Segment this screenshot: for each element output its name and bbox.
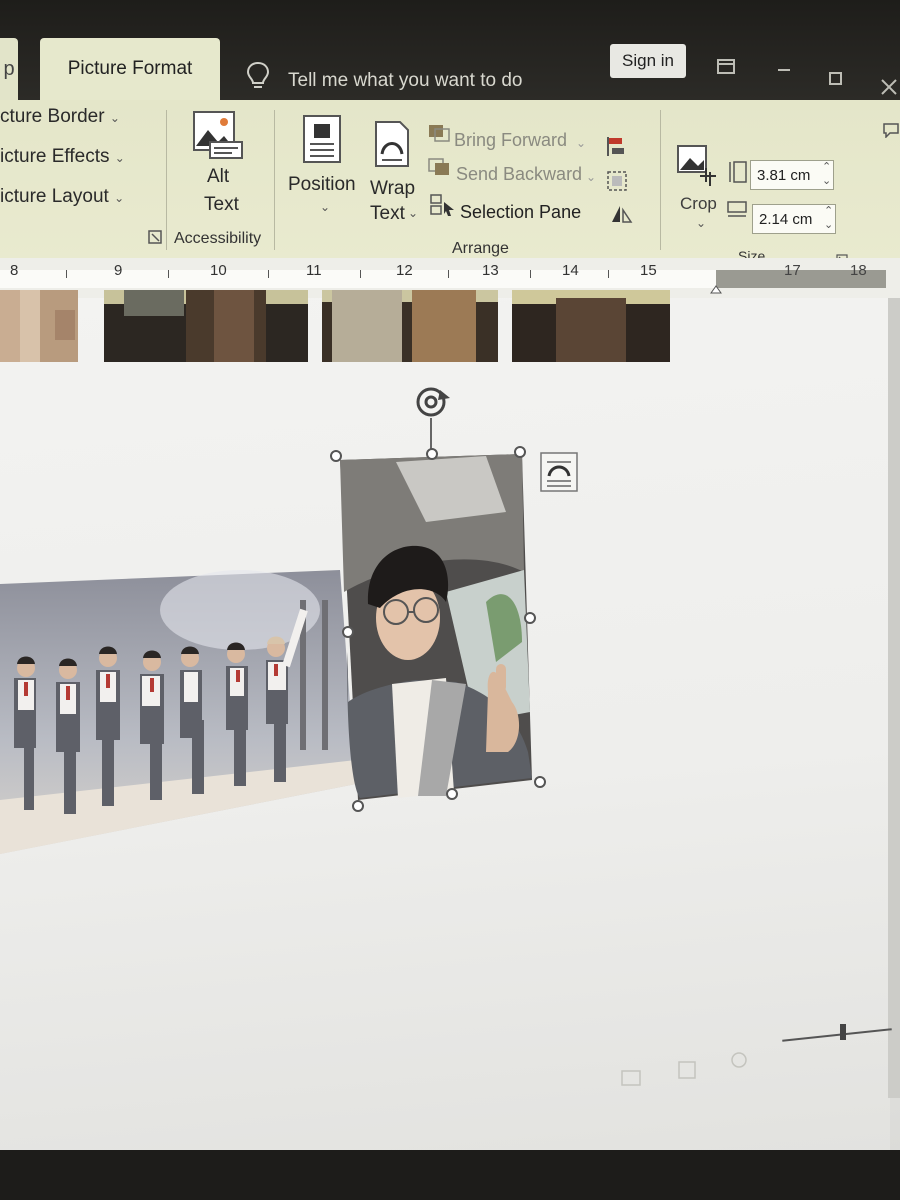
send-backward-icon[interactable]	[428, 158, 450, 176]
group-label-accessibility: Accessibility	[174, 230, 262, 247]
chevron-down-icon[interactable]: ⌄	[696, 216, 706, 230]
ruler-tick	[268, 270, 269, 278]
alt-text-icon[interactable]	[192, 110, 246, 162]
send-backward-button[interactable]: Send Backward	[456, 164, 582, 185]
bring-forward-icon[interactable]	[428, 124, 450, 142]
resize-handle-bottom-left[interactable]	[352, 800, 364, 812]
document-image[interactable]	[322, 290, 498, 362]
chevron-down-icon[interactable]: ⌄	[586, 170, 596, 184]
print-layout-icon[interactable]	[676, 1060, 700, 1080]
sign-in-button[interactable]: Sign in	[610, 44, 686, 78]
comments-icon[interactable]	[882, 122, 900, 138]
document-image[interactable]	[0, 290, 78, 362]
bring-forward-button[interactable]: Bring Forward	[454, 130, 567, 151]
picture-layout-label: icture Layout	[0, 186, 109, 207]
zoom-slider-thumb[interactable]	[840, 1024, 846, 1040]
right-indent-marker[interactable]	[710, 284, 722, 294]
crop-icon[interactable]	[676, 144, 718, 188]
ruler-number: 8	[10, 262, 19, 279]
chevron-down-icon: ⌄	[109, 111, 120, 125]
close-icon[interactable]	[880, 78, 898, 96]
chevron-down-icon[interactable]: ⌄	[408, 206, 418, 220]
restore-icon[interactable]	[828, 70, 844, 86]
shape-width-icon	[727, 201, 747, 217]
ruler-number: 11	[306, 262, 322, 279]
monitor-bezel	[0, 1150, 900, 1200]
resize-handle-top-right[interactable]	[514, 446, 526, 458]
ruler-number: 13	[482, 262, 499, 279]
wrap-text-label-1[interactable]: Wrap	[370, 178, 415, 200]
dialog-launcher-icon[interactable]	[148, 230, 162, 244]
alt-text-label-1[interactable]: Alt	[207, 166, 229, 188]
chevron-down-icon[interactable]: ⌄	[576, 136, 586, 150]
web-layout-icon[interactable]	[728, 1050, 752, 1070]
height-spinner[interactable]: ⌃ ⌄	[822, 160, 831, 188]
page-edge	[888, 298, 900, 1098]
ruler-tick	[530, 270, 531, 278]
tell-me-search[interactable]: Tell me what you want to do	[288, 70, 522, 92]
chevron-down-icon[interactable]: ⌄	[320, 200, 330, 214]
tab-previous[interactable]: p	[0, 38, 18, 100]
align-icon[interactable]	[606, 136, 630, 158]
ruler-tick	[448, 270, 449, 278]
ruler-tick	[168, 270, 169, 278]
ruler-number: 10	[210, 262, 227, 279]
resize-handle-top-left[interactable]	[330, 450, 342, 462]
rotate-handle-icon[interactable]	[412, 384, 452, 420]
group-objects-icon[interactable]	[606, 170, 632, 192]
picture-layout-button[interactable]: icture Layout ⌄	[0, 186, 124, 208]
group-divider	[274, 110, 275, 250]
minimize-icon[interactable]	[776, 62, 792, 76]
resize-handle-right[interactable]	[524, 612, 536, 624]
group-divider	[660, 110, 661, 250]
chevron-down-icon: ⌄	[114, 191, 125, 205]
rotate-objects-icon[interactable]	[608, 204, 634, 224]
selection-pane-icon[interactable]	[430, 194, 456, 218]
chevron-down-icon: ⌄	[114, 151, 125, 165]
wrap-text-label-2[interactable]: Text	[370, 203, 405, 225]
position-icon[interactable]	[302, 114, 342, 164]
document-image[interactable]	[512, 290, 670, 362]
resize-handle-bottom[interactable]	[446, 788, 458, 800]
ruler-number: 14	[562, 262, 579, 279]
width-spinner[interactable]: ⌃ ⌄	[824, 204, 833, 232]
read-mode-icon[interactable]	[620, 1068, 644, 1088]
shape-height-icon	[729, 161, 747, 183]
layout-options-icon[interactable]	[540, 452, 580, 494]
picture-border-button[interactable]: cture Border ⌄	[0, 106, 120, 128]
ruler-number: 9	[114, 262, 123, 279]
word-window: p Picture Format Tell me what you want t…	[0, 0, 900, 1200]
tab-picture-format[interactable]: Picture Format	[40, 38, 220, 100]
ribbon-display-icon[interactable]	[716, 58, 736, 76]
picture-effects-button[interactable]: icture Effects ⌄	[0, 146, 125, 168]
ruler-number: 17	[784, 262, 801, 279]
ruler-tick	[66, 270, 67, 278]
ruler-number: 12	[396, 262, 413, 279]
crop-button[interactable]: Crop	[680, 194, 717, 214]
resize-handle-left[interactable]	[342, 626, 354, 638]
ruler-tick	[360, 270, 361, 278]
document-image[interactable]	[104, 290, 308, 362]
ruler-number: 18	[850, 262, 867, 279]
lightbulb-icon[interactable]	[244, 60, 272, 92]
selection-pane-button[interactable]: Selection Pane	[460, 202, 581, 223]
picture-border-label: cture Border	[0, 106, 105, 127]
wrap-text-icon[interactable]	[374, 120, 410, 168]
resize-handle-bottom-right[interactable]	[534, 776, 546, 788]
group-photo[interactable]	[0, 570, 356, 854]
alt-text-label-2[interactable]: Text	[204, 194, 239, 216]
selected-portrait-photo[interactable]	[336, 452, 546, 808]
position-button[interactable]: Position	[288, 174, 356, 196]
group-divider	[166, 110, 167, 250]
picture-effects-label: icture Effects	[0, 146, 110, 167]
ruler-number: 15	[640, 262, 657, 279]
ruler-tick	[608, 270, 609, 278]
resize-handle-top[interactable]	[426, 448, 438, 460]
group-label-arrange: Arrange	[452, 240, 509, 257]
